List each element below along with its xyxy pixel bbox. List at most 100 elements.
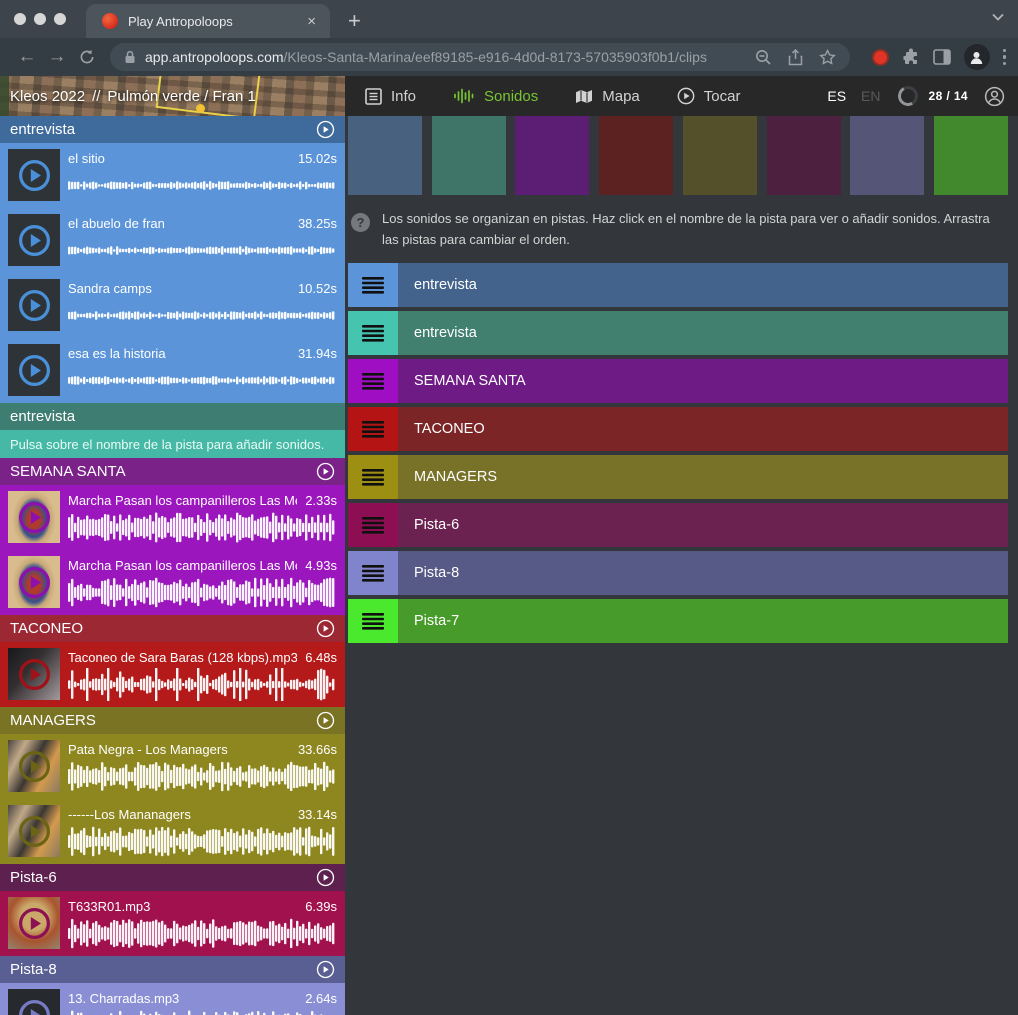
pattern-swatch[interactable]	[432, 116, 506, 195]
drag-handle-icon[interactable]	[348, 503, 398, 547]
track-row[interactable]: entrevista	[348, 311, 1008, 355]
new-tab-button[interactable]: +	[348, 10, 361, 32]
track-header[interactable]: SEMANA SANTA	[0, 458, 345, 485]
extensions-puzzle-icon[interactable]	[902, 48, 920, 66]
track-row[interactable]: Pista-8	[348, 551, 1008, 595]
nav-info[interactable]: Info	[365, 88, 416, 105]
clip-play-thumbnail[interactable]	[8, 344, 60, 396]
play-track-icon[interactable]	[316, 711, 335, 730]
track-header[interactable]: entrevista	[0, 403, 345, 430]
clip-play-thumbnail[interactable]	[8, 897, 60, 949]
play-track-icon[interactable]	[316, 120, 335, 139]
drag-handle-icon[interactable]	[348, 359, 398, 403]
track-row[interactable]: Pista-6	[348, 503, 1008, 547]
project-banner[interactable]: Kleos 2022 // Pulmón verde / Fran 1	[0, 76, 345, 116]
track-row-label[interactable]: TACONEO	[398, 407, 1008, 451]
track-row-label[interactable]: entrevista	[398, 263, 1008, 307]
clip-row[interactable]: T633R01.mp36.39s	[0, 891, 345, 956]
clip-row[interactable]: el sitio15.02s	[0, 143, 345, 208]
track-header[interactable]: Pista-6	[0, 864, 345, 891]
clip-row[interactable]: ------Los Mananagers33.14s	[0, 799, 345, 864]
track-row[interactable]: SEMANA SANTA	[348, 359, 1008, 403]
drag-handle-icon[interactable]	[348, 311, 398, 355]
drag-handle-icon[interactable]	[348, 455, 398, 499]
clip-play-thumbnail[interactable]	[8, 556, 60, 608]
account-icon[interactable]	[984, 86, 1005, 107]
reload-icon[interactable]	[72, 49, 102, 65]
track-row[interactable]: entrevista	[348, 263, 1008, 307]
track-row-label[interactable]: MANAGERS	[398, 455, 1008, 499]
window-minimize-button[interactable]	[34, 13, 46, 25]
play-track-icon[interactable]	[316, 462, 335, 481]
tab-search-chevron-icon[interactable]	[992, 13, 1004, 21]
track-header[interactable]: MANAGERS	[0, 707, 345, 734]
pattern-swatch[interactable]	[515, 116, 589, 195]
pattern-swatch[interactable]	[767, 116, 841, 195]
lang-en-button[interactable]: EN	[861, 88, 880, 104]
nav-tocar[interactable]: Tocar	[677, 87, 741, 105]
drag-handle-icon[interactable]	[348, 599, 398, 643]
browser-profile-avatar[interactable]	[964, 44, 990, 70]
play-track-icon[interactable]	[316, 960, 335, 979]
clip-row[interactable]: esa es la historia31.94s	[0, 338, 345, 403]
pattern-swatch[interactable]	[683, 116, 757, 195]
play-track-icon[interactable]	[316, 868, 335, 887]
track-row[interactable]: TACONEO	[348, 407, 1008, 451]
track-row-label[interactable]: Pista-6	[398, 503, 1008, 547]
window-zoom-button[interactable]	[54, 13, 66, 25]
clip-row[interactable]: el abuelo de fran38.25s	[0, 208, 345, 273]
track-row-label[interactable]: entrevista	[398, 311, 1008, 355]
window-close-button[interactable]	[14, 13, 26, 25]
clip-play-thumbnail[interactable]	[8, 279, 60, 331]
clip-row[interactable]: Sandra camps10.52s	[0, 273, 345, 338]
zoom-out-icon[interactable]	[755, 49, 772, 66]
pattern-swatch[interactable]	[934, 116, 1008, 195]
share-icon[interactable]	[788, 49, 803, 66]
clip-row[interactable]: Pata Negra - Los Managers33.66s	[0, 734, 345, 799]
clip-play-thumbnail[interactable]	[8, 648, 60, 700]
forward-icon[interactable]: →	[42, 46, 72, 68]
drag-handle-icon[interactable]	[348, 263, 398, 307]
track-row-label[interactable]: Pista-8	[398, 551, 1008, 595]
play-track-icon[interactable]	[316, 619, 335, 638]
clip-row[interactable]: Marcha Pasan los campanilleros Las Mejor…	[0, 485, 345, 550]
nav-tocar-label: Tocar	[704, 88, 741, 105]
track-header[interactable]: entrevista	[0, 116, 345, 143]
track-row-label[interactable]: Pista-7	[398, 599, 1008, 643]
browser-tab[interactable]: Play Antropoloops ×	[86, 4, 330, 38]
clip-play-thumbnail[interactable]	[8, 740, 60, 792]
nav-sonidos[interactable]: Sonidos	[453, 88, 538, 105]
side-panel-icon[interactable]	[933, 49, 951, 65]
pattern-swatch[interactable]	[599, 116, 673, 195]
track-row[interactable]: MANAGERS	[348, 455, 1008, 499]
lang-es-button[interactable]: ES	[827, 88, 846, 104]
clip-play-thumbnail[interactable]	[8, 214, 60, 266]
clip-row[interactable]: Taconeo de Sara Baras (128 kbps).mp36.48…	[0, 642, 345, 707]
clip-duration: 33.66s	[298, 741, 337, 758]
address-bar[interactable]: app.antropoloops.com/Kleos-Santa-Marina/…	[110, 43, 850, 71]
pattern-swatch[interactable]	[348, 116, 422, 195]
track-row[interactable]: Pista-7	[348, 599, 1008, 643]
browser-menu-icon[interactable]	[1003, 49, 1007, 66]
map-icon	[575, 89, 593, 104]
nav-mapa[interactable]: Mapa	[575, 88, 640, 105]
drag-handle-icon[interactable]	[348, 407, 398, 451]
track-header[interactable]: Pista-8	[0, 956, 345, 983]
tab-close-icon[interactable]: ×	[303, 13, 320, 30]
pattern-swatch[interactable]	[850, 116, 924, 195]
bookmark-star-icon[interactable]	[819, 49, 836, 66]
tracks-list: entrevista entrevista SEMANA SANTA TACON…	[348, 263, 1008, 643]
drag-handle-icon[interactable]	[348, 551, 398, 595]
clip-play-thumbnail[interactable]	[8, 989, 60, 1015]
track-header[interactable]: TACONEO	[0, 615, 345, 642]
clip-play-thumbnail[interactable]	[8, 491, 60, 543]
back-icon[interactable]: ←	[12, 46, 42, 68]
clip-play-thumbnail[interactable]	[8, 149, 60, 201]
clip-play-thumbnail[interactable]	[8, 805, 60, 857]
content-area: entrevista el sitio15.02s el abuelo de f…	[0, 116, 1018, 1015]
recording-extension-icon[interactable]	[872, 49, 889, 66]
clip-row[interactable]: 13. Charradas.mp32.64s	[0, 983, 345, 1015]
track-row-label[interactable]: SEMANA SANTA	[398, 359, 1008, 403]
clip-duration: 15.02s	[298, 150, 337, 167]
clip-row[interactable]: Marcha Pasan los campanilleros Las Mejor…	[0, 550, 345, 615]
